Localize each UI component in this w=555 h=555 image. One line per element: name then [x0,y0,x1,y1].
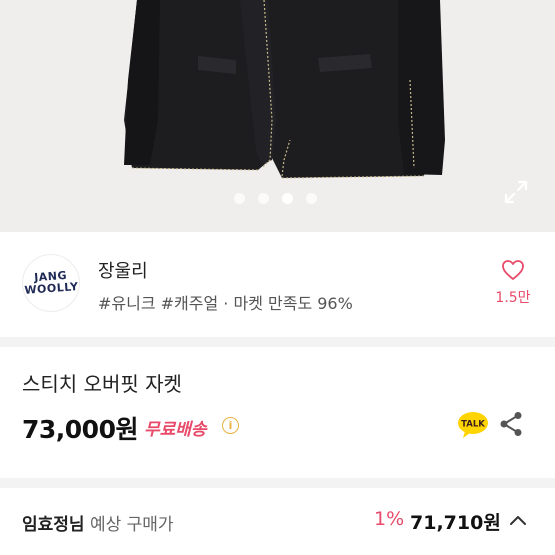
expected-price-label: 임효정님 예상 구매가 [22,510,174,535]
carousel-dot[interactable] [306,193,317,204]
seller-logo: JANG WOOLLY [23,268,79,297]
product-title: 스티치 오버핏 자켓 [22,372,182,396]
kakao-talk-label: TALK [461,420,485,430]
carousel-dots[interactable] [234,193,317,204]
chevron-up-icon[interactable] [508,512,528,528]
expected-price: 71,710원 [410,512,501,534]
user-name: 임효정님 [22,515,85,535]
expand-icon[interactable] [503,179,529,205]
seller-name[interactable]: 장울리 [98,257,148,283]
expected-price-caption: 예상 구매가 [89,515,174,535]
like-button[interactable]: 1.5만 [493,259,533,307]
section-divider [0,337,555,347]
section-divider [0,478,555,488]
seller-avatar[interactable]: JANG WOOLLY [22,254,80,312]
seller-section [0,232,555,337]
seller-tags: #유니크 #캐주얼 · 마켓 만족도 96% [98,294,353,313]
info-icon[interactable]: i [222,417,239,434]
free-shipping-badge: 무료배송 [144,420,207,440]
discount-percent: 1% [374,508,405,530]
product-price: 73,000원 [22,415,138,444]
kakao-talk-icon[interactable]: TALK [457,411,489,439]
like-count: 1.5만 [495,290,531,306]
product-image[interactable] [0,0,555,232]
carousel-dot[interactable] [258,193,269,204]
heart-icon [502,260,524,280]
carousel-dot-active[interactable] [282,193,293,204]
carousel-dot[interactable] [234,193,245,204]
share-icon[interactable] [499,411,523,437]
